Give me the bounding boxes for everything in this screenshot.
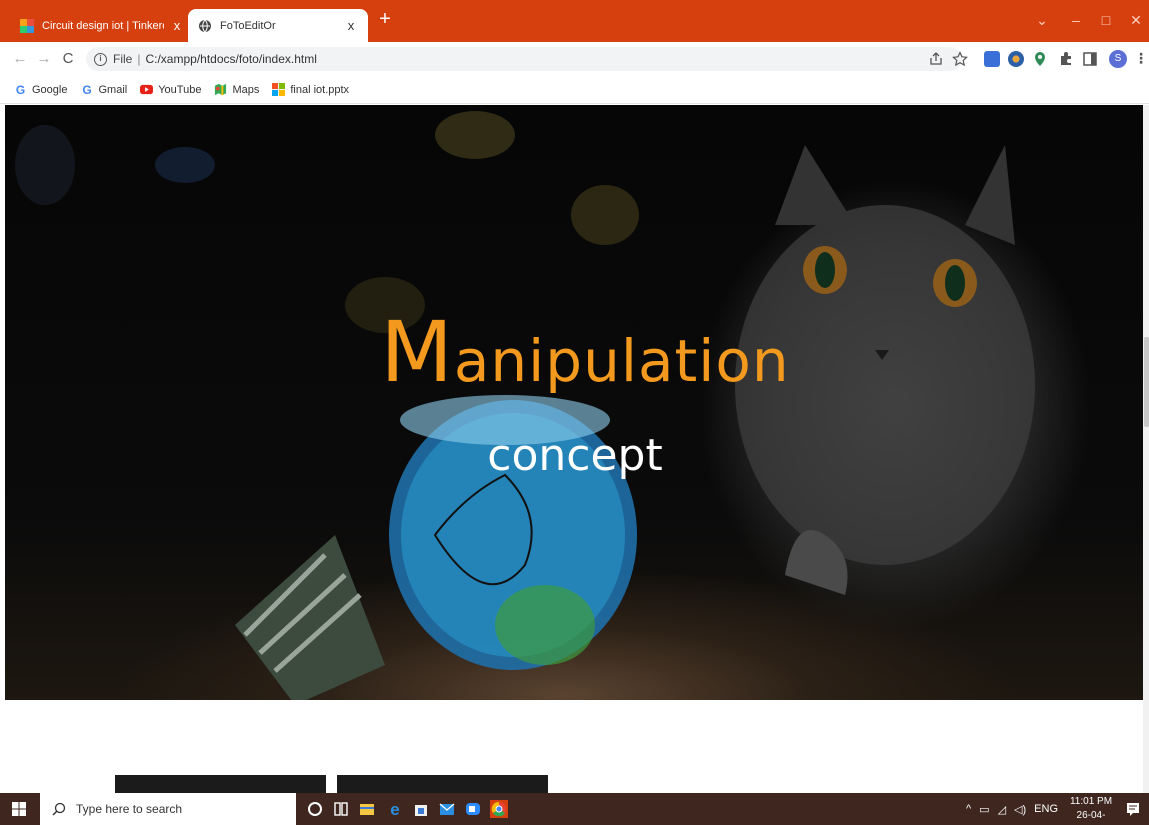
bookmark-google[interactable]: G Google bbox=[14, 82, 68, 97]
bookmark-label: Maps bbox=[232, 83, 260, 96]
close-tab-icon[interactable]: x bbox=[170, 18, 184, 33]
hero-subtitle: concept bbox=[487, 430, 663, 481]
hero-banner: Manipulation concept bbox=[5, 105, 1143, 700]
bookmark-label: Gmail bbox=[98, 83, 128, 96]
side-panel-icon[interactable] bbox=[1082, 51, 1098, 67]
tab-title: FoToEditOr bbox=[220, 19, 276, 32]
chevron-up-icon[interactable]: ^ bbox=[966, 803, 971, 815]
taskbar-search-input[interactable]: Type here to search bbox=[40, 793, 296, 825]
globe-icon bbox=[199, 19, 211, 32]
taskbar-clock[interactable]: 11:01 PM 26-04-2022 bbox=[1066, 795, 1116, 825]
volume-icon[interactable]: ◁) bbox=[1014, 803, 1026, 816]
mail-icon[interactable] bbox=[438, 800, 456, 818]
clock-time: 11:01 PM bbox=[1069, 796, 1113, 807]
bookmark-gmail[interactable]: G Gmail bbox=[80, 82, 128, 97]
office-icon bbox=[272, 83, 286, 96]
file-explorer-icon[interactable] bbox=[358, 800, 376, 818]
hero-title-initial: M bbox=[380, 303, 454, 401]
web-page: Manipulation concept bbox=[0, 105, 1149, 795]
chrome-icon[interactable] bbox=[490, 800, 508, 818]
content-block[interactable] bbox=[115, 775, 326, 795]
info-icon[interactable]: i bbox=[94, 52, 107, 66]
bookmark-label: Google bbox=[32, 83, 68, 96]
forward-button[interactable]: → bbox=[34, 49, 54, 69]
search-placeholder: Type here to search bbox=[76, 802, 183, 816]
system-tray-icons[interactable]: ^ ▭ ◿ ◁) ENG bbox=[966, 793, 1058, 825]
map-pin-icon[interactable] bbox=[1032, 51, 1048, 67]
scrollbar-track[interactable] bbox=[1143, 105, 1149, 793]
url-separator: | bbox=[137, 52, 141, 66]
task-view-icon[interactable] bbox=[332, 800, 350, 818]
extension-icon[interactable] bbox=[984, 51, 1000, 67]
hero-artwork bbox=[15, 111, 1035, 700]
address-bar[interactable]: i File | C:/xampp/htdocs/foto/index.html bbox=[86, 47, 962, 71]
edge-icon[interactable]: e bbox=[386, 800, 404, 818]
windows-taskbar: Type here to search e ^ ▭ ◿ ◁) ENG 11:01… bbox=[0, 793, 1149, 825]
network-icon[interactable]: ◿ bbox=[998, 803, 1006, 816]
extension-icon[interactable] bbox=[1008, 51, 1024, 67]
bookmark-youtube[interactable]: YouTube bbox=[140, 83, 201, 96]
bookmark-maps[interactable]: Maps bbox=[214, 83, 259, 96]
google-icon: G bbox=[15, 82, 26, 97]
google-icon: G bbox=[82, 82, 92, 97]
svg-text:e: e bbox=[390, 800, 399, 818]
reload-button[interactable]: C bbox=[58, 49, 78, 69]
clock-date: 26-04-2022 bbox=[1076, 810, 1106, 825]
profile-avatar[interactable]: S bbox=[1109, 50, 1127, 68]
tab-tinkercad[interactable]: Circuit design iot | Tinkercad x bbox=[10, 9, 194, 42]
bookmark-label: YouTube bbox=[158, 83, 202, 96]
windows-start-icon[interactable] bbox=[12, 802, 26, 816]
tinkercad-icon bbox=[20, 18, 34, 33]
close-tab-icon[interactable]: x bbox=[344, 18, 358, 33]
share-icon[interactable] bbox=[928, 51, 944, 67]
url-text: C:/xampp/htdocs/foto/index.html bbox=[145, 52, 317, 66]
star-icon[interactable] bbox=[952, 51, 968, 67]
close-window-button[interactable]: ✕ bbox=[1118, 8, 1149, 32]
puzzle-icon[interactable] bbox=[1058, 51, 1074, 67]
cortana-icon[interactable] bbox=[306, 800, 324, 818]
store-icon[interactable] bbox=[412, 800, 430, 818]
search-icon bbox=[52, 802, 66, 816]
bookmark-final-iot[interactable]: final iot.pptx bbox=[272, 83, 349, 96]
bookmark-label: final iot.pptx bbox=[290, 83, 350, 96]
notification-icon[interactable] bbox=[1124, 800, 1142, 818]
new-tab-button[interactable]: + bbox=[374, 9, 396, 31]
maps-icon bbox=[215, 83, 227, 96]
url-scheme: File bbox=[113, 52, 133, 66]
menu-icon[interactable]: ⋮ bbox=[1134, 50, 1148, 67]
browser-window: Circuit design iot | Tinkercad x FoToEdi… bbox=[0, 0, 1149, 825]
battery-icon[interactable]: ▭ bbox=[979, 803, 989, 816]
tab-title: Circuit design iot | Tinkercad bbox=[42, 19, 164, 32]
tab-strip: Circuit design iot | Tinkercad x FoToEdi… bbox=[0, 0, 1149, 42]
browser-toolbar: ← → C i File | C:/xampp/htdocs/foto/inde… bbox=[0, 42, 1149, 76]
youtube-icon bbox=[140, 84, 154, 95]
language-indicator[interactable]: ENG bbox=[1034, 803, 1058, 815]
zoom-icon[interactable] bbox=[464, 800, 482, 818]
bookmarks-bar: G Google G Gmail YouTube Maps final iot.… bbox=[0, 76, 1149, 104]
tab-search-icon[interactable]: ⌄ bbox=[1024, 8, 1060, 32]
tab-fotoeditor[interactable]: FoToEditOr x bbox=[188, 9, 368, 42]
hero-title: Manipulation bbox=[375, 303, 795, 401]
scrollbar-thumb[interactable] bbox=[1144, 337, 1149, 427]
hero-title-rest: anipulation bbox=[453, 327, 790, 395]
content-block[interactable] bbox=[337, 775, 548, 795]
back-button[interactable]: ← bbox=[10, 49, 30, 69]
